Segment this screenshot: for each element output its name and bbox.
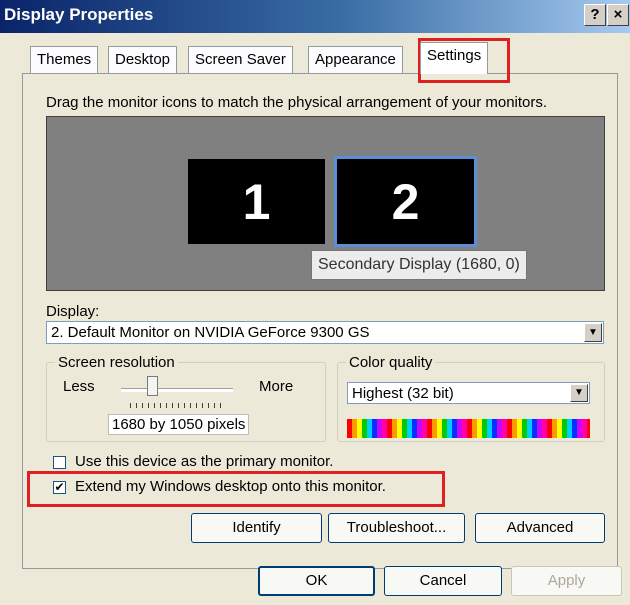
resolution-value: 1680 by 1050 pixels: [108, 414, 250, 435]
chevron-down-icon[interactable]: ▼: [570, 384, 588, 402]
monitor-tooltip: Secondary Display (1680, 0): [311, 250, 527, 280]
close-button[interactable]: ×: [607, 4, 629, 26]
apply-button[interactable]: Apply: [511, 566, 622, 596]
ok-button[interactable]: OK: [258, 566, 375, 596]
chevron-down-icon[interactable]: ▼: [584, 323, 602, 342]
color-quality-select[interactable]: Highest (32 bit) ▼: [347, 382, 590, 404]
monitor-2-icon[interactable]: 2: [334, 156, 477, 247]
tab-themes[interactable]: Themes: [30, 46, 99, 73]
resolution-slider-thumb[interactable]: [147, 376, 158, 396]
resolution-more-label: More: [259, 378, 294, 395]
troubleshoot-button[interactable]: Troubleshoot...: [328, 513, 465, 543]
window-title: Display Properties: [4, 5, 154, 24]
display-label: Display:: [46, 303, 100, 320]
display-select[interactable]: 2. Default Monitor on NVIDIA GeForce 930…: [46, 321, 604, 344]
advanced-button[interactable]: Advanced: [475, 513, 605, 543]
extend-desktop-checkbox[interactable]: ✔: [53, 481, 66, 494]
color-quality-title: Color quality: [346, 354, 436, 371]
primary-monitor-checkbox[interactable]: [53, 456, 66, 469]
dialog-body: Themes Desktop Screen Saver Appearance S…: [0, 33, 630, 605]
tab-appearance[interactable]: Appearance: [308, 46, 403, 73]
tab-desktop[interactable]: Desktop: [108, 46, 178, 73]
monitor-arrangement-area[interactable]: 1 2 Secondary Display (1680, 0): [46, 116, 605, 291]
cancel-button[interactable]: Cancel: [384, 566, 502, 596]
display-properties-window: Display Properties ? × Themes Desktop Sc…: [0, 0, 630, 605]
help-button[interactable]: ?: [584, 4, 606, 26]
display-select-value: 2. Default Monitor on NVIDIA GeForce 930…: [51, 324, 370, 341]
tab-settings[interactable]: Settings: [420, 42, 489, 74]
monitor-1-icon[interactable]: 1: [185, 156, 328, 247]
resolution-slider-track[interactable]: [121, 388, 233, 392]
instruction-text: Drag the monitor icons to match the phys…: [46, 94, 548, 111]
color-spectrum-bar: [347, 419, 590, 438]
title-bar[interactable]: Display Properties ? ×: [0, 0, 630, 33]
screen-resolution-title: Screen resolution: [55, 354, 178, 371]
color-quality-value: Highest (32 bit): [352, 385, 454, 402]
identify-button[interactable]: Identify: [191, 513, 322, 543]
extend-desktop-label: Extend my Windows desktop onto this moni…: [75, 478, 386, 495]
resolution-less-label: Less: [63, 378, 95, 395]
tab-screen-saver[interactable]: Screen Saver: [188, 46, 293, 73]
resolution-slider-ticks: [130, 403, 226, 408]
primary-monitor-label: Use this device as the primary monitor.: [75, 453, 334, 470]
